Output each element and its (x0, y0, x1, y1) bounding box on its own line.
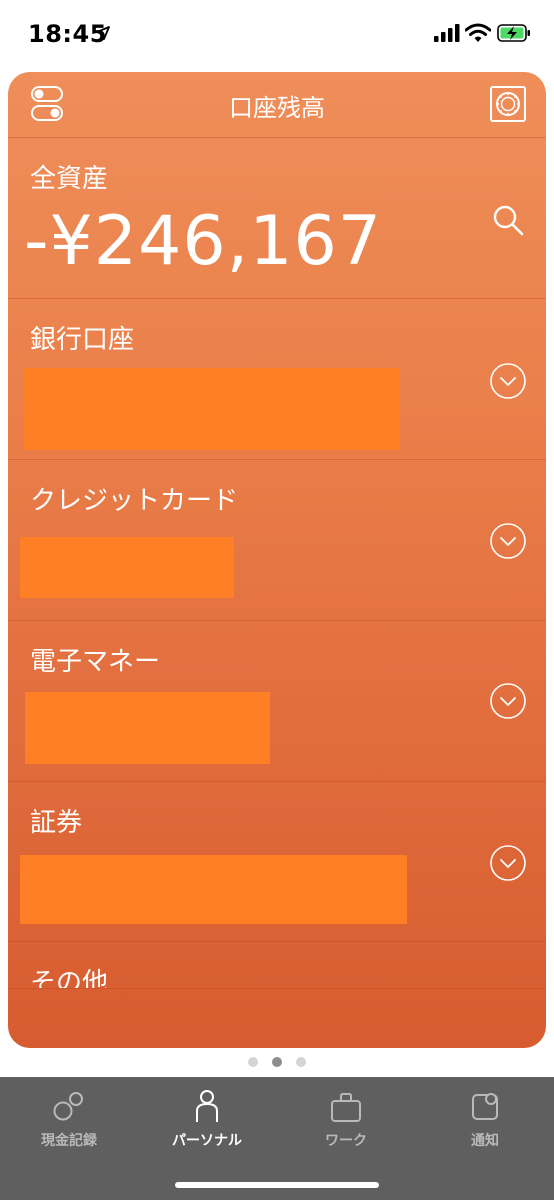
redacted-value (20, 537, 234, 598)
page-dot[interactable] (296, 1057, 306, 1067)
divider (8, 620, 546, 621)
briefcase-icon (331, 1093, 361, 1122)
tab-work[interactable]: ワーク (277, 1077, 415, 1157)
search-icon[interactable] (492, 204, 524, 236)
person-icon (196, 1090, 218, 1122)
tab-label: パーソナル (172, 1133, 242, 1149)
wifi-icon (465, 23, 491, 42)
redacted-value (25, 692, 270, 764)
redacted-value (20, 855, 407, 924)
redacted-value (24, 368, 400, 450)
cellular-signal-icon (434, 24, 460, 42)
chevron-down-circle-icon[interactable] (490, 845, 526, 881)
section-label: クレジットカード (30, 486, 239, 516)
chevron-down-circle-icon[interactable] (490, 683, 526, 719)
tab-label: 通知 (471, 1133, 499, 1149)
divider (8, 298, 546, 299)
total-assets-amount: -¥246,167 (24, 202, 382, 281)
section-label: 証券 (30, 808, 83, 838)
page-title: 口座残高 (229, 94, 325, 122)
section-other[interactable]: その他 (8, 942, 546, 988)
divider (8, 137, 546, 138)
page-dot-active[interactable] (272, 1057, 282, 1067)
section-label: 電子マネー (30, 647, 161, 677)
safe-icon[interactable] (490, 86, 526, 122)
total-assets-label: 全資産 (30, 164, 109, 194)
chevron-down-circle-icon[interactable] (490, 523, 526, 559)
chevron-down-circle-icon[interactable] (490, 363, 526, 399)
divider (8, 781, 546, 782)
section-label: その他 (30, 968, 109, 988)
card-header: 口座残高 (8, 72, 546, 137)
circles-icon (53, 1092, 83, 1121)
location-arrow-icon (96, 26, 110, 40)
tab-cash-record[interactable]: 現金記録 (0, 1077, 138, 1157)
notification-icon (472, 1093, 498, 1120)
tab-label: ワーク (325, 1133, 367, 1149)
tab-label: 現金記録 (41, 1133, 97, 1149)
tab-personal[interactable]: パーソナル (138, 1077, 276, 1157)
tab-notifications[interactable]: 通知 (416, 1077, 554, 1157)
section-label: 銀行口座 (30, 325, 135, 355)
page-dot[interactable] (248, 1057, 258, 1067)
battery-charging-icon (497, 24, 530, 42)
divider (8, 459, 546, 460)
balance-card: 口座残高 全資産 -¥246,167 銀行口座 クレジットカード 電子マネー 証… (8, 72, 546, 1048)
home-indicator[interactable] (175, 1182, 379, 1188)
divider (8, 988, 546, 989)
